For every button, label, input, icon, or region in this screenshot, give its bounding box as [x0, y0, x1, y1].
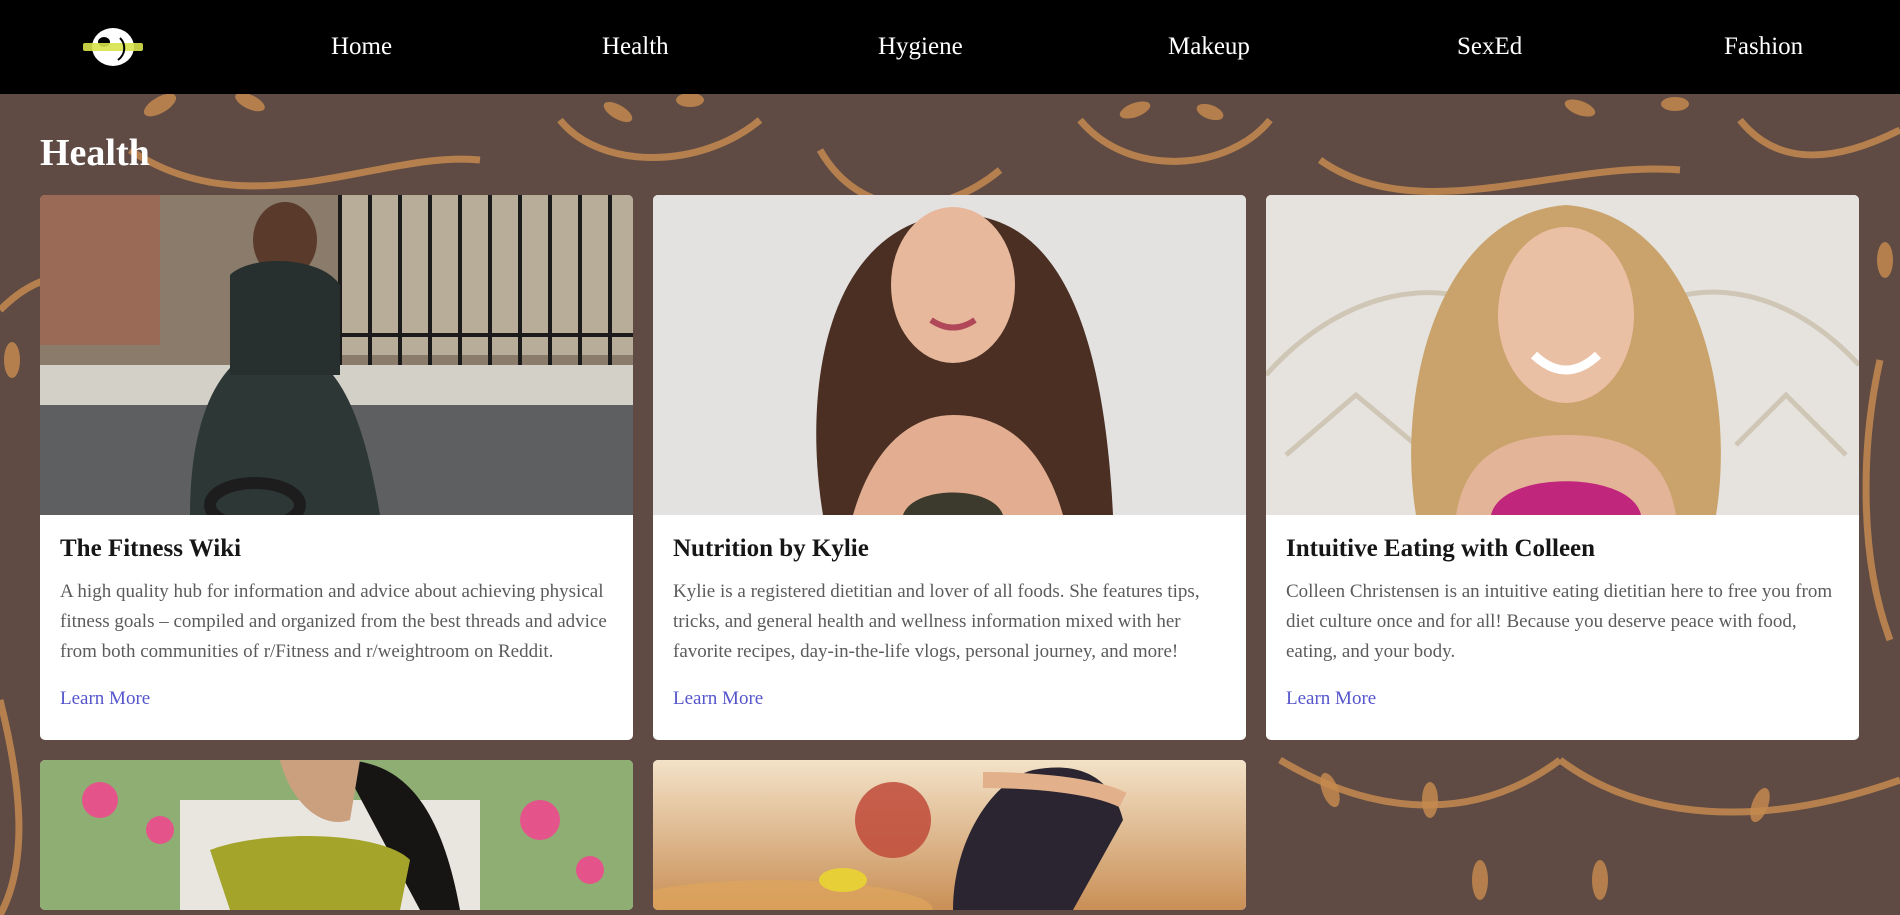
- nav-health[interactable]: Health: [602, 30, 669, 64]
- nav-fashion[interactable]: Fashion: [1724, 30, 1803, 64]
- card-image-fitness-wiki: [40, 195, 633, 515]
- card-image-nutrition-kylie: [653, 195, 1246, 515]
- card-description: A high quality hub for information and a…: [60, 581, 607, 662]
- nav-sexed[interactable]: SexEd: [1457, 30, 1522, 64]
- card-image-flowers-woman: [40, 760, 633, 910]
- card-description: Colleen Christensen is an intuitive eati…: [1286, 581, 1833, 662]
- nav-hygiene[interactable]: Hygiene: [878, 30, 963, 64]
- site-logo-icon[interactable]: [80, 26, 146, 68]
- resource-card: [653, 760, 1246, 910]
- learn-more-link[interactable]: Learn More: [60, 688, 150, 710]
- resource-card: [40, 760, 633, 910]
- page-title: Health: [40, 132, 150, 174]
- card-title: The Fitness Wiki: [60, 535, 242, 562]
- resource-card: Nutrition by Kylie Kylie is a registered…: [653, 195, 1246, 740]
- resource-card: Intuitive Eating with Colleen Colleen Ch…: [1266, 195, 1859, 740]
- nav-home[interactable]: Home: [331, 30, 392, 64]
- learn-more-link[interactable]: Learn More: [673, 688, 763, 710]
- card-image-intuitive-eating: [1266, 195, 1859, 515]
- learn-more-link[interactable]: Learn More: [1286, 688, 1376, 710]
- card-image-sunset-stretch: [653, 760, 1246, 910]
- top-navbar: Home Health Hygiene Makeup SexEd Fashion: [0, 0, 1900, 94]
- card-description: Kylie is a registered dietitian and love…: [673, 581, 1200, 662]
- resource-card: The Fitness Wiki A high quality hub for …: [40, 195, 633, 740]
- nav-makeup[interactable]: Makeup: [1168, 30, 1250, 64]
- card-title: Nutrition by Kylie: [673, 535, 869, 562]
- card-title: Intuitive Eating with Colleen: [1286, 535, 1596, 562]
